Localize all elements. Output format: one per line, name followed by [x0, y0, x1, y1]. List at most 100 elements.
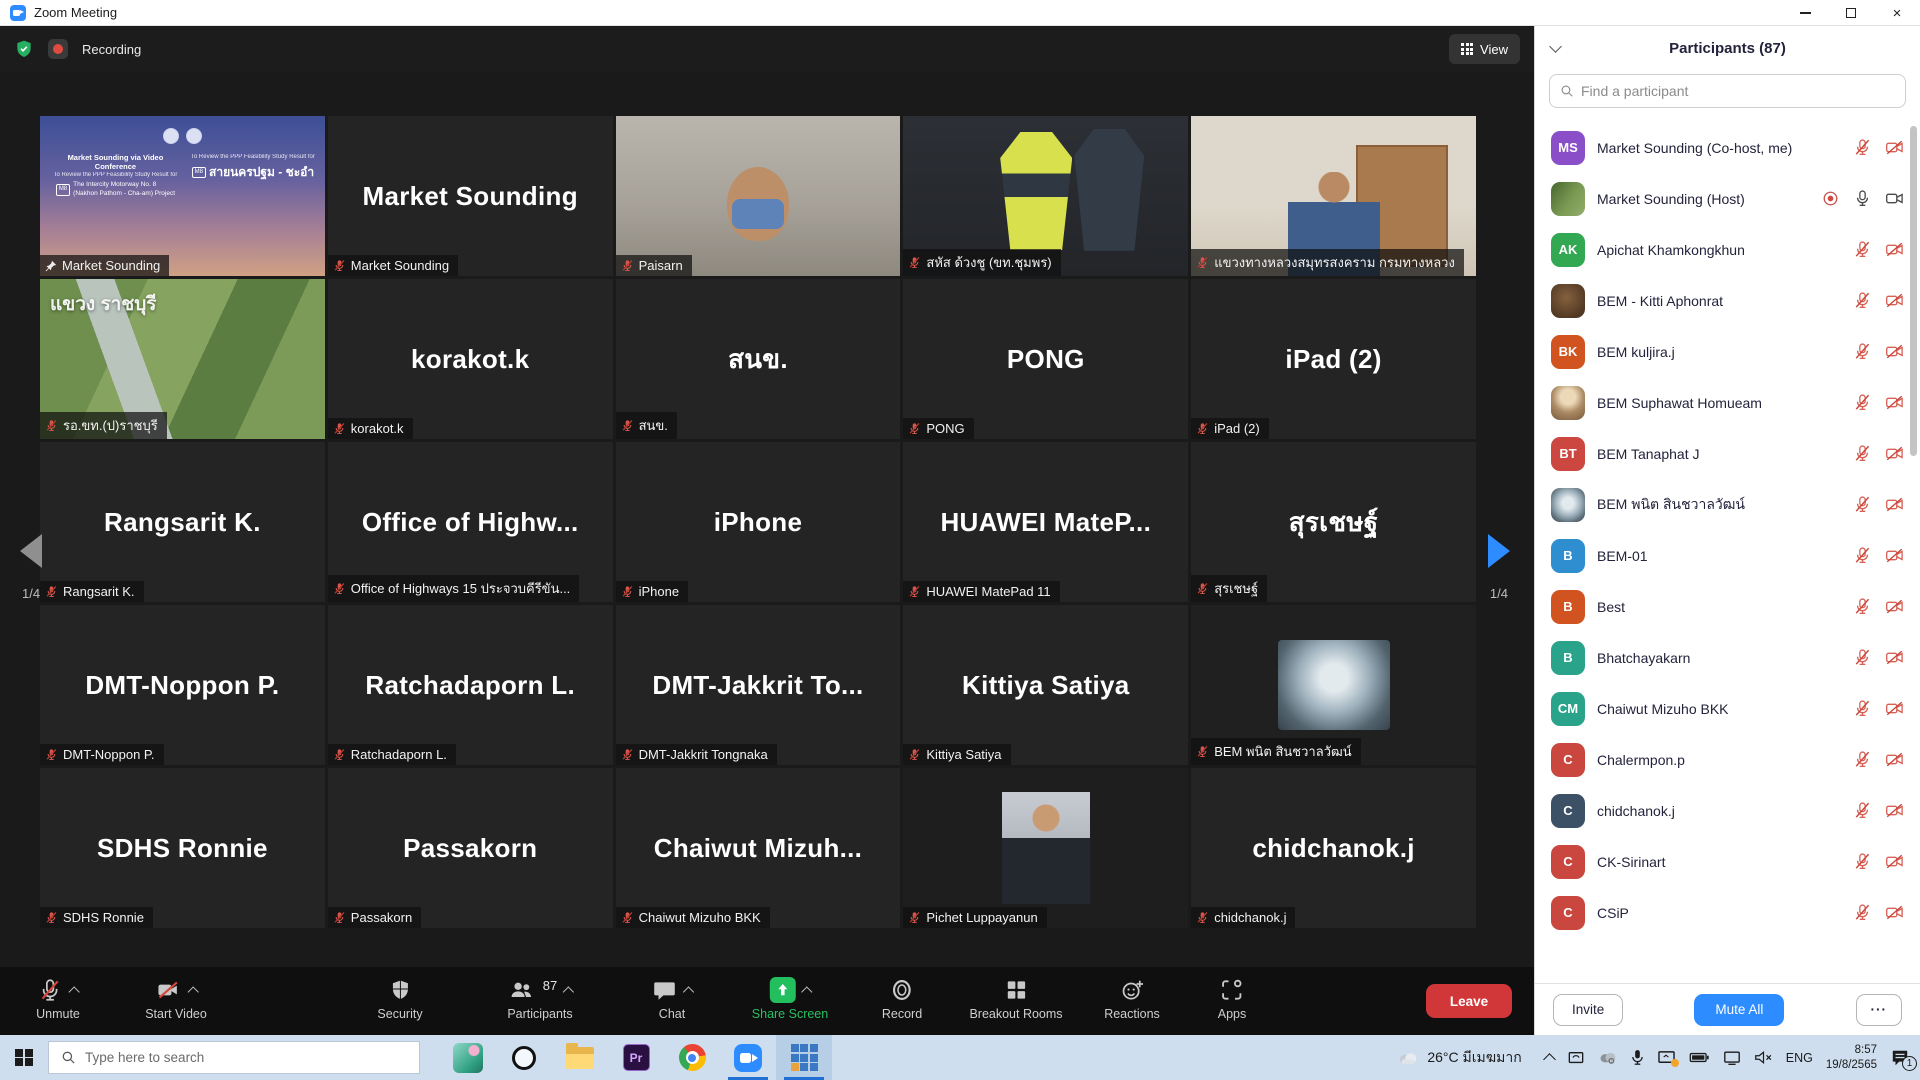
participants-button[interactable]: 87 Participants [507, 975, 572, 1021]
unmute-options-chevron[interactable] [69, 986, 80, 997]
participant-row[interactable]: C CK-Sirinart [1535, 836, 1920, 887]
leave-button[interactable]: Leave [1426, 984, 1512, 1018]
video-options-chevron[interactable] [188, 986, 199, 997]
participant-name: BEM - Kitti Aphonrat [1597, 293, 1841, 309]
participant-row[interactable]: BEM - Kitti Aphonrat [1535, 275, 1920, 326]
video-tile[interactable]: Market Sounding via Video Conference To … [40, 116, 325, 276]
language-indicator[interactable]: ENG [1786, 1051, 1813, 1065]
video-tile[interactable]: Ratchadaporn L. Ratchadaporn L. [328, 605, 613, 765]
video-tile[interactable]: Pichet Luppayanun [903, 768, 1188, 928]
minimize-button[interactable] [1782, 0, 1828, 26]
chat-options-chevron[interactable] [683, 986, 694, 997]
participant-row[interactable]: BK BEM kuljira.j [1535, 326, 1920, 377]
participant-search-input[interactable] [1581, 83, 1895, 99]
video-tile[interactable]: DMT-Noppon P. DMT-Noppon P. [40, 605, 325, 765]
hidden-icons-chevron[interactable] [1543, 1053, 1556, 1066]
video-tile[interactable]: Paisarn [616, 116, 901, 276]
apps-button[interactable]: Apps [1218, 975, 1247, 1021]
participant-row[interactable]: C Chalermpon.p [1535, 734, 1920, 785]
share-screen-button[interactable]: Share Screen [752, 975, 828, 1021]
video-tile[interactable]: Kittiya Satiya Kittiya Satiya [903, 605, 1188, 765]
video-tile[interactable]: HUAWEI MateP... HUAWEI MatePad 11 [903, 442, 1188, 602]
participant-row[interactable]: B Best [1535, 581, 1920, 632]
video-tile[interactable]: iPad (2) iPad (2) [1191, 279, 1476, 439]
video-tile[interactable]: สนข. สนข. [616, 279, 901, 439]
zoom-app-icon [10, 5, 26, 21]
maximize-button[interactable] [1828, 0, 1874, 26]
participant-row[interactable]: CM Chaiwut Mizuho BKK [1535, 683, 1920, 734]
video-tile[interactable]: แขวง ราชบุรี รอ.ขท.(ป)ราชบุรี [40, 279, 325, 439]
start-video-button[interactable]: Start Video [145, 975, 207, 1021]
participants-options-chevron[interactable] [563, 986, 574, 997]
taskbar-file-explorer[interactable] [552, 1035, 608, 1080]
mute-all-button[interactable]: Mute All [1694, 994, 1784, 1026]
speaker-muted-icon[interactable] [1754, 1050, 1773, 1065]
unmute-button[interactable]: Unmute [36, 975, 80, 1021]
microphone-tray-icon[interactable] [1631, 1049, 1644, 1066]
share-options-chevron[interactable] [801, 986, 812, 997]
notification-center-button[interactable]: 1 [1890, 1049, 1910, 1067]
video-tile[interactable]: iPhone iPhone [616, 442, 901, 602]
taskbar-premiere[interactable]: Pr [608, 1035, 664, 1080]
view-button[interactable]: View [1449, 34, 1520, 64]
participant-row[interactable]: C chidchanok.j [1535, 785, 1920, 836]
taskbar-chrome[interactable] [664, 1035, 720, 1080]
video-tile[interactable]: Passakorn Passakorn [328, 768, 613, 928]
battery-icon[interactable] [1689, 1051, 1710, 1064]
security-shield-icon[interactable] [14, 39, 34, 59]
taskbar-app-grid[interactable] [776, 1035, 832, 1080]
previous-page-arrow[interactable] [20, 534, 42, 568]
onedrive-paused-icon[interactable] [1598, 1050, 1618, 1065]
participant-name: BEM Tanaphat J [1597, 446, 1841, 462]
mic-muted-icon [1196, 256, 1209, 269]
participant-row[interactable]: BEM Suphawat Homueam [1535, 377, 1920, 428]
collapse-panel-chevron-icon[interactable] [1549, 40, 1562, 53]
video-tile[interactable]: SDHS Ronnie SDHS Ronnie [40, 768, 325, 928]
video-tile[interactable]: สุรเชษฐ์ สุรเชษฐ์ [1191, 442, 1476, 602]
participant-row[interactable]: Market Sounding (Host) [1535, 173, 1920, 224]
video-tile[interactable]: korakot.k korakot.k [328, 279, 613, 439]
video-tile[interactable]: chidchanok.j chidchanok.j [1191, 768, 1476, 928]
invite-button[interactable]: Invite [1553, 994, 1623, 1026]
record-icon [889, 977, 915, 1003]
security-button[interactable]: Security [377, 975, 422, 1021]
video-tile[interactable]: แขวงทางหลวงสมุทรสงคราม กรมทางหลวง [1191, 116, 1476, 276]
video-tile[interactable]: Chaiwut Mizuh... Chaiwut Mizuho BKK [616, 768, 901, 928]
video-tile[interactable]: PONG PONG [903, 279, 1188, 439]
taskbar-weather-widget[interactable] [440, 1035, 496, 1080]
participant-row[interactable]: B Bhatchayakarn [1535, 632, 1920, 683]
next-page-arrow[interactable] [1488, 534, 1510, 568]
video-tile[interactable]: Office of Highw... Office of Highways 15… [328, 442, 613, 602]
reactions-button[interactable]: Reactions [1104, 975, 1160, 1021]
display-sync-icon[interactable] [1657, 1050, 1676, 1066]
video-tile[interactable]: Rangsarit K. Rangsarit K. [40, 442, 325, 602]
taskbar-search[interactable]: Type here to search [48, 1041, 420, 1074]
more-options-button[interactable]: ··· [1856, 994, 1903, 1026]
mic-muted-icon [908, 422, 921, 435]
scrollbar-thumb[interactable] [1910, 126, 1917, 456]
participant-row[interactable]: C CSiP [1535, 887, 1920, 938]
network-display-icon[interactable] [1723, 1050, 1741, 1066]
mic-off-icon [1853, 444, 1872, 463]
close-button[interactable]: × [1874, 0, 1920, 26]
taskbar-cortana[interactable] [496, 1035, 552, 1080]
video-tile[interactable]: Market Sounding Market Sounding [328, 116, 613, 276]
participant-row[interactable]: BT BEM Tanaphat J [1535, 428, 1920, 479]
video-tile[interactable]: DMT-Jakkrit To... DMT-Jakkrit Tongnaka [616, 605, 901, 765]
taskbar-zoom[interactable] [720, 1035, 776, 1080]
participant-row[interactable]: AK Apichat Khamkongkhun [1535, 224, 1920, 275]
taskbar-weather-chip[interactable]: 26°C มีเมฆมาก [1397, 1047, 1521, 1069]
cast-icon[interactable] [1567, 1050, 1585, 1066]
participant-row[interactable]: B BEM-01 [1535, 530, 1920, 581]
video-tile[interactable]: BEM พนิต สินชวาลวัฒน์ [1191, 605, 1476, 765]
taskbar-clock[interactable]: 8:57 19/8/2565 [1826, 1043, 1877, 1073]
participant-row[interactable]: MS Market Sounding (Co-host, me) [1535, 122, 1920, 173]
video-tile[interactable]: สหัส ด้วงชู (ขท.ชุมพร) [903, 116, 1188, 276]
participant-row[interactable]: BEM พนิต สินชวาลวัฒน์ [1535, 479, 1920, 530]
participant-search[interactable] [1549, 74, 1906, 108]
record-button[interactable]: Record [882, 975, 922, 1021]
chat-button[interactable]: Chat [652, 975, 693, 1021]
tile-name-label: HUAWEI MatePad 11 [926, 584, 1050, 599]
breakout-rooms-button[interactable]: Breakout Rooms [969, 975, 1062, 1021]
start-button[interactable] [0, 1035, 48, 1080]
